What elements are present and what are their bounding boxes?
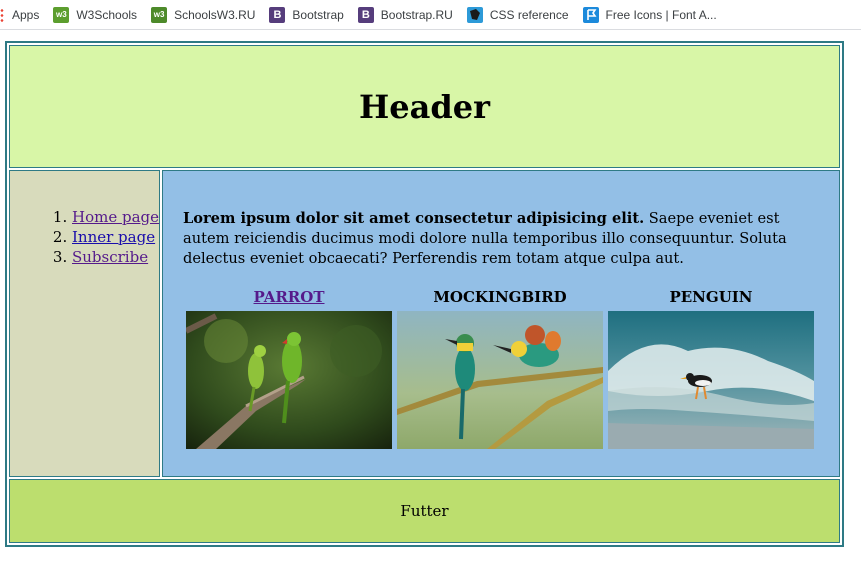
bookmark-font-awesome[interactable]: Free Icons | Font A... [582,0,717,30]
gallery-caption: MOCKINGBIRD [433,288,567,306]
css-reference-icon [466,6,483,23]
sidebar-item-home[interactable]: Home page [72,208,159,226]
sidebar-nav-list: Home page Inner page Subscribe [10,207,159,267]
list-item: Inner page [72,227,159,247]
apps-icon [0,6,4,23]
gallery-item-mockingbird: MOCKINGBIRD [397,287,603,449]
sidebar-item-subscribe[interactable]: Subscribe [72,248,148,266]
mockingbird-image [397,311,603,449]
bootstrap-icon: B [357,6,374,23]
sidebar-item-inner[interactable]: Inner page [72,228,155,246]
page-footer: Futter [9,479,840,543]
lead-bold-text: Lorem ipsum dolor sit amet consectetur a… [183,210,645,227]
page-header: Header [9,45,840,168]
bookmarks-bar: Apps w3 W3Schools w3 SchoolsW3.RU B Boot… [0,0,861,30]
bookmark-label: Bootstrap.RU [380,7,453,22]
gallery-caption: PENGUIN [669,288,753,306]
sidebar: Home page Inner page Subscribe [9,170,160,477]
page-title: Header [359,87,490,126]
main-content: Lorem ipsum dolor sit amet consectetur a… [162,170,840,477]
bird-gallery: PARROT MOCKINGBIRD PENGUIN [186,287,819,449]
bookmark-bootstrap-ru[interactable]: B Bootstrap.RU [357,0,453,30]
font-awesome-icon [582,6,599,23]
list-item: Subscribe [72,247,159,267]
bookmark-css-reference[interactable]: CSS reference [466,0,569,30]
bookmark-schoolsw3[interactable]: w3 SchoolsW3.RU [151,0,255,30]
bookmark-label: SchoolsW3.RU [174,7,256,22]
bookmark-label: Bootstrap [292,7,344,22]
lead-paragraph: Lorem ipsum dolor sit amet consectetur a… [183,209,819,269]
page-frame: Header Home page Inner page Subscribe Lo… [5,41,844,547]
schoolsw3-icon: w3 [151,6,168,23]
bookmark-label: Apps [12,7,40,22]
bookmark-label: CSS reference [489,7,569,22]
penguin-image [608,311,814,449]
footer-text: Futter [400,502,449,520]
parrot-image [186,311,392,449]
bookmark-bootstrap[interactable]: B Bootstrap [269,0,344,30]
bookmark-label: Free Icons | Font A... [605,7,717,22]
gallery-item-penguin: PENGUIN [608,287,814,449]
list-item: Home page [72,207,159,227]
bookmark-apps[interactable]: Apps [0,0,39,30]
bootstrap-icon: B [269,6,286,23]
parrot-link[interactable]: PARROT [254,288,325,306]
w3schools-icon: w3 [53,6,70,23]
gallery-item-parrot: PARROT [186,287,392,449]
bookmark-w3schools[interactable]: w3 W3Schools [53,0,137,30]
bookmark-label: W3Schools [76,7,138,22]
gallery-caption: PARROT [186,287,392,307]
